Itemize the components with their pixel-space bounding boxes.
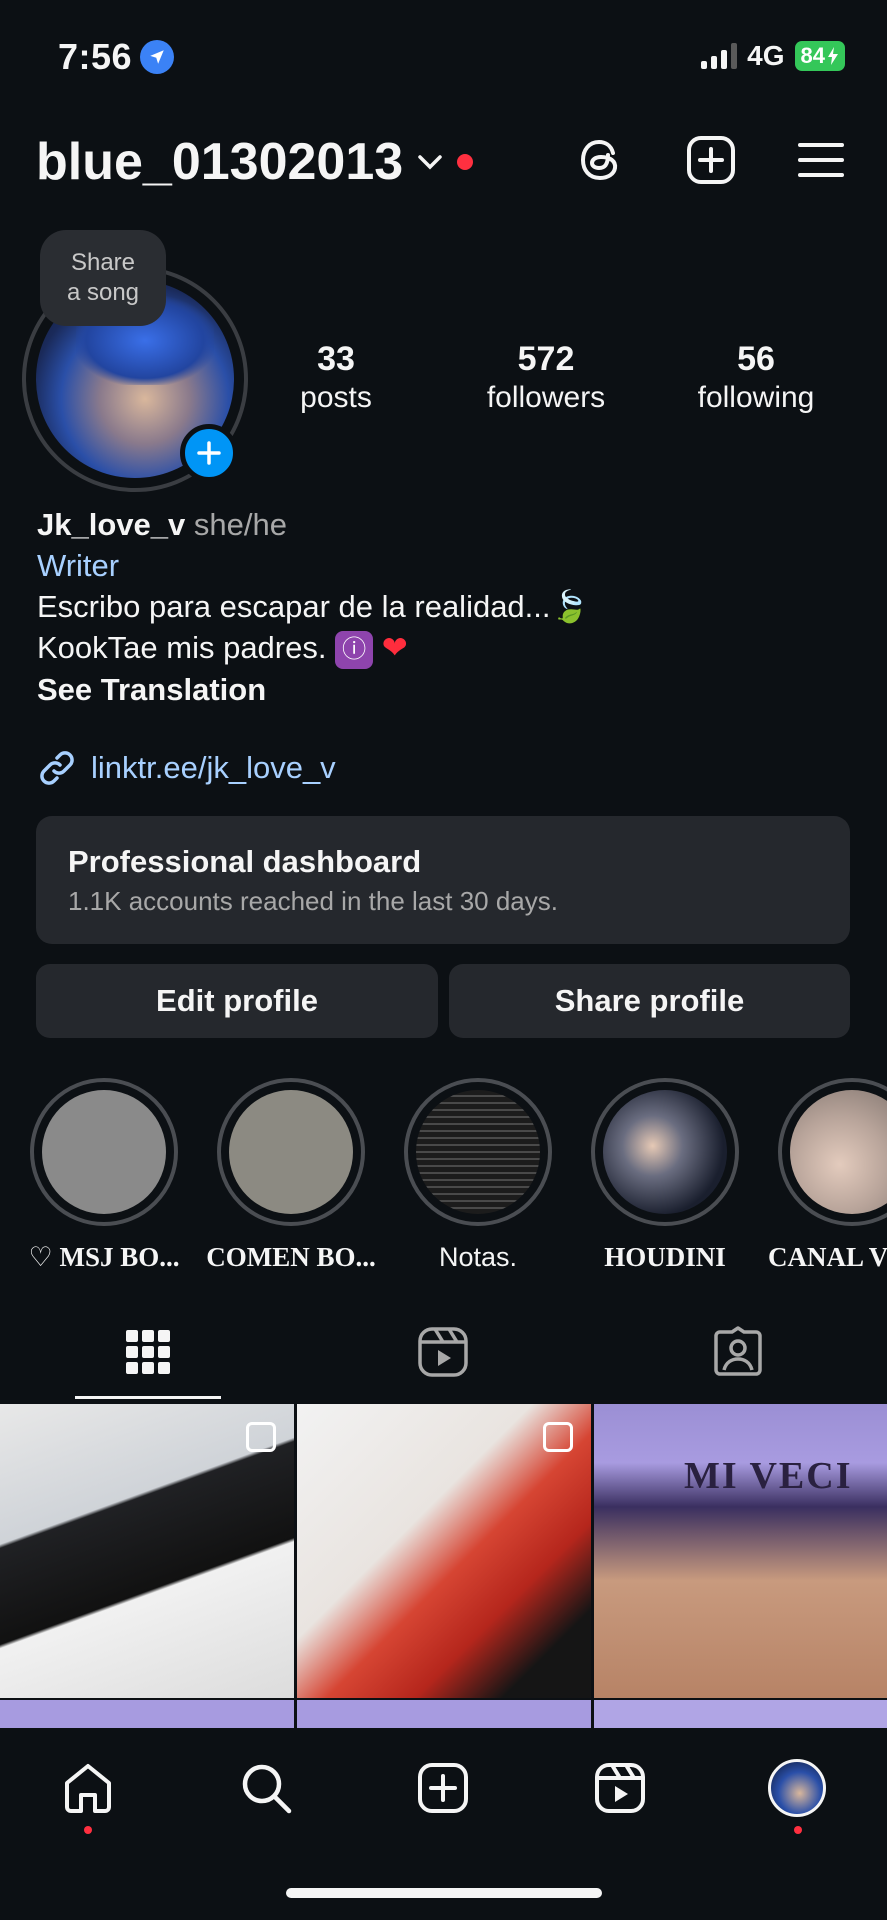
carousel-icon: [543, 1422, 573, 1452]
followers-label: followers: [486, 381, 606, 414]
dashboard-subtitle: 1.1K accounts reached in the last 30 day…: [68, 886, 558, 916]
posts-count: 33: [317, 340, 355, 378]
status-bar-indicators: 4G 84: [701, 40, 845, 72]
highlight-label: CANAL V: [768, 1242, 887, 1272]
home-icon: [65, 1764, 111, 1813]
highlight-cover: [603, 1090, 727, 1214]
battery-icon: 84: [794, 41, 845, 71]
nav-home[interactable]: [56, 1756, 120, 1820]
header-actions: [575, 134, 847, 186]
link-icon: [40, 751, 74, 785]
highlight-ring: [30, 1078, 178, 1226]
grid-icon: [126, 1330, 170, 1374]
highlight-cover: [42, 1090, 166, 1214]
post-cover-title: MI VECI: [684, 1455, 853, 1497]
post-thumbnail-row-2[interactable]: [0, 1700, 294, 1728]
category-label: Writer: [37, 548, 120, 583]
location-arrow-icon: [140, 40, 175, 74]
network-label: 4G: [747, 40, 785, 71]
professional-dashboard-card[interactable]: Professional dashboard 1.1K accounts rea…: [36, 816, 850, 944]
stat-followers[interactable]: 572 followers: [466, 340, 626, 415]
nav-reels[interactable]: [588, 1756, 652, 1820]
highlight-canal[interactable]: CANAL V: [768, 1078, 887, 1272]
song-bubble-line-2: a song: [66, 279, 140, 306]
carousel-icon: [246, 1422, 276, 1452]
song-bubble-line-1: Share: [70, 249, 136, 276]
new-post-icon[interactable]: [685, 134, 737, 186]
edit-profile-button[interactable]: Edit profile: [36, 964, 438, 1038]
highlight-label: ♡ MSJ BO...: [28, 1242, 180, 1272]
plus-icon: [197, 441, 221, 465]
tab-grid[interactable]: [118, 1322, 178, 1382]
chevron-down-icon: [418, 155, 442, 170]
tab-tagged[interactable]: [708, 1322, 768, 1382]
highlight-label: HOUDINI: [604, 1242, 726, 1272]
bio-line-2: KookTae mis padres.: [37, 630, 327, 665]
highlight-notas[interactable]: Notas.: [404, 1078, 552, 1272]
red-heart-emoji-icon: ❤: [381, 630, 408, 665]
posts-label: posts: [300, 381, 372, 414]
highlight-ring: [404, 1078, 552, 1226]
account-switcher[interactable]: blue_01302013: [36, 132, 474, 192]
post-thumbnail-row-2[interactable]: [297, 1700, 591, 1728]
see-translation-link[interactable]: See Translation: [37, 669, 589, 710]
search-icon: [242, 1764, 292, 1814]
stat-posts[interactable]: 33 posts: [276, 340, 396, 415]
highlight-ring: [778, 1078, 887, 1226]
active-tab-indicator: [75, 1396, 221, 1399]
share-song-bubble[interactable]: Share a song: [40, 230, 166, 326]
nav-search[interactable]: [234, 1756, 298, 1820]
leaf-emoji-icon: 🍃: [550, 589, 590, 624]
post-thumbnail[interactable]: [0, 1404, 294, 1698]
menu-icon[interactable]: [795, 134, 847, 186]
highlight-cover: [229, 1090, 353, 1214]
highlight-label: Notas.: [438, 1242, 518, 1272]
post-thumbnail-row-2[interactable]: [594, 1700, 887, 1728]
highlight-label: COMEN BO...: [206, 1242, 376, 1272]
highlight-cover: [416, 1090, 540, 1214]
share-profile-button[interactable]: Share profile: [449, 964, 850, 1038]
bio-link[interactable]: linktr.ee/jk_love_v: [37, 748, 336, 788]
display-name: Jk_love_v: [37, 507, 186, 542]
post-thumbnail[interactable]: [297, 1404, 591, 1698]
reels-icon: [418, 1327, 468, 1377]
username: blue_01302013: [36, 133, 404, 191]
profile-notification-dot: [794, 1826, 802, 1834]
threads-icon[interactable]: [575, 134, 627, 186]
highlight-msj[interactable]: ♡ MSJ BO...: [29, 1078, 179, 1272]
bio-link-text: linktr.ee/jk_love_v: [91, 750, 336, 785]
nav-create[interactable]: [411, 1756, 475, 1820]
status-bar-time: 7:56: [58, 36, 175, 78]
following-count: 56: [737, 340, 775, 378]
followers-count: 572: [517, 340, 575, 378]
info-emoji-icon: ⓘ: [335, 630, 374, 669]
tab-reels[interactable]: [413, 1322, 473, 1382]
tagged-person-icon: [714, 1326, 762, 1376]
add-story-button[interactable]: [180, 424, 238, 482]
bio-line-1: Escribo para escapar de la realidad...: [37, 589, 551, 624]
profile-avatar-icon: [768, 1759, 826, 1817]
following-label: following: [697, 381, 815, 414]
notification-dot: [457, 154, 474, 170]
reels-icon: [595, 1763, 645, 1813]
home-notification-dot: [84, 1826, 92, 1834]
highlight-ring: [217, 1078, 365, 1226]
highlight-cover: [790, 1090, 887, 1214]
stat-following[interactable]: 56 following: [676, 340, 836, 415]
create-post-icon: [418, 1763, 468, 1813]
nav-profile[interactable]: [765, 1756, 829, 1820]
highlight-houdini[interactable]: HOUDINI: [591, 1078, 739, 1272]
highlight-comen[interactable]: COMEN BO...: [206, 1078, 376, 1272]
cellular-signal-icon: [701, 43, 738, 69]
dashboard-title: Professional dashboard: [68, 844, 422, 879]
post-thumbnail[interactable]: MI VECI: [594, 1404, 887, 1698]
profile-bio: Jk_love_v she/he Writer Escribo para esc…: [37, 504, 589, 710]
home-indicator[interactable]: [286, 1888, 602, 1898]
highlight-ring: [591, 1078, 739, 1226]
pronouns: she/he: [193, 507, 287, 542]
